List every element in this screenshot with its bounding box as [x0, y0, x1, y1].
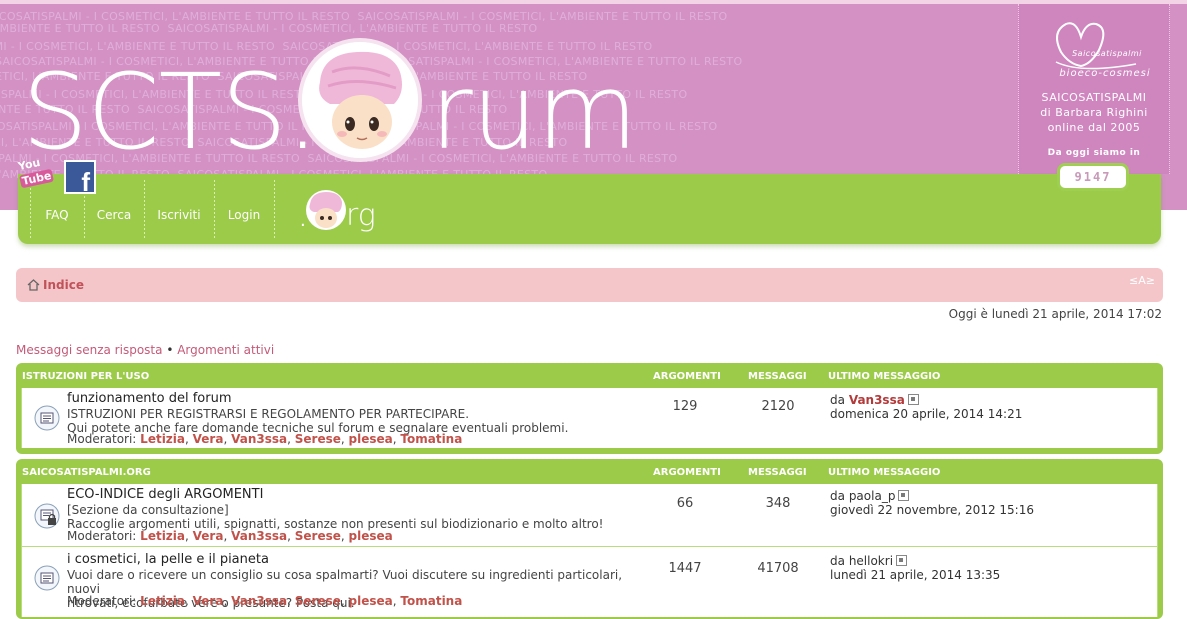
forum-description-line: ISTRUZIONI PER REGISTRARSI E REGOLAMENTO… [67, 407, 470, 421]
site-header: SAICOSATISPALMI - I COSMETICI, L'AMBIENT… [0, 0, 1187, 250]
forum-title-link[interactable]: i cosmetici, la pelle e il pianeta [67, 552, 269, 567]
mini-mascot-icon [306, 190, 346, 230]
last-post-by: da [830, 489, 845, 503]
last-post-date: lunedì 21 aprile, 2014 13:35 [830, 568, 1001, 582]
header-top-line [0, 0, 1187, 4]
column-header-topics: ARGOMENTI [653, 371, 721, 382]
main-nav-bar: FAQ Cerca Iscriviti Login . rg [18, 174, 1161, 244]
org-logo[interactable]: . rg [300, 188, 376, 236]
brand-since: online dal 2005 [1047, 121, 1141, 134]
topics-count: 66 [676, 496, 694, 511]
brand-logo-line1: Saicosatispalmi [1072, 49, 1142, 58]
mascot-logo-icon [298, 38, 422, 162]
breadcrumb-home-link[interactable]: Indice [43, 278, 84, 292]
forum-moderators: Moderatori: Letizia, Vera, Van3ssa, Sere… [67, 529, 393, 543]
last-post-author[interactable]: Van3ssa [849, 393, 905, 407]
moderator-link[interactable]: Letizia [140, 432, 185, 446]
forum-title-link[interactable]: ECO-INDICE degli ARGOMENTI [67, 487, 263, 502]
logo-text-right: rum [430, 51, 638, 173]
posts-count: 41708 [757, 561, 799, 576]
view-latest-post-icon[interactable] [896, 555, 908, 566]
brand-box: Saicosatispalmi bioeco-cosmesi SAICOSATI… [1018, 4, 1170, 174]
moderator-link[interactable]: Van3ssa [231, 529, 287, 543]
posts-count: 2120 [761, 399, 795, 414]
forum-row: ECO-INDICE degli ARGOMENTI [Sezione da c… [21, 484, 1158, 546]
category-header: SAICOSATISPALMI.ORG ARGOMENTI MESSAGGI U… [16, 459, 1163, 484]
header-watermark: SAICOSATISPALMI - I COSMETICI, L'AMBIENT… [0, 22, 538, 35]
column-header-last-post: ULTIMO MESSAGGIO [828, 371, 941, 382]
active-topics-link[interactable]: Argomenti attivi [177, 343, 274, 357]
brand-author: di Barbara Righini [1040, 106, 1148, 119]
last-post: da Van3ssa domenica 20 aprile, 2014 14:2… [830, 393, 1022, 421]
facebook-icon[interactable]: f [64, 160, 96, 197]
column-header-topics: ARGOMENTI [653, 467, 721, 478]
view-latest-post-icon[interactable] [907, 394, 919, 405]
forum-row: funzionamento del forum ISTRUZIONI PER R… [21, 388, 1158, 448]
moderator-link[interactable]: Serese [295, 529, 341, 543]
visitor-counter: 9147 [1057, 163, 1129, 191]
category-title[interactable]: ISTRUZIONI PER L'USO [22, 371, 149, 382]
moderator-link[interactable]: Letizia [140, 529, 185, 543]
forum-description: [Sezione da consultazione] Raccoglie arg… [67, 503, 647, 531]
counter-label: Da oggi siamo in [1047, 148, 1141, 158]
nav-register[interactable]: Iscriviti [144, 174, 214, 244]
moderators-label: Moderatori: [67, 432, 137, 446]
moderator-link[interactable]: Vera [193, 529, 224, 543]
forum-description-line: Vuoi dare o ricevere un consiglio su cos… [67, 568, 623, 596]
last-post-by: da [830, 393, 845, 407]
nav-login[interactable]: Login [214, 174, 274, 244]
last-post-author[interactable]: paola_p [849, 489, 896, 503]
forum-category: ISTRUZIONI PER L'USO ARGOMENTI MESSAGGI … [16, 363, 1163, 454]
column-header-last-post: ULTIMO MESSAGGIO [828, 467, 941, 478]
last-post-date: giovedì 22 novembre, 2012 15:16 [830, 503, 1034, 517]
last-post-author[interactable]: hellokri [849, 554, 893, 568]
breadcrumb: Indice ≤A≥ [16, 268, 1163, 302]
forum-read-icon [34, 565, 60, 591]
moderator-link[interactable]: Tomatina [400, 432, 462, 446]
last-post-by: da [830, 554, 845, 568]
nav-separator [274, 180, 275, 238]
font-size-change-icon[interactable]: ≤A≥ [1129, 274, 1155, 287]
column-header-posts: MESSAGGI [748, 467, 807, 478]
moderator-link[interactable]: Van3ssa [231, 432, 287, 446]
moderator-link[interactable]: plesea [349, 432, 393, 446]
moderator-link[interactable]: Serese [295, 432, 341, 446]
moderator-link[interactable]: Vera [193, 432, 224, 446]
last-post: da hellokri lunedì 21 aprile, 2014 13:35 [830, 554, 1000, 582]
forum-read-icon [34, 405, 60, 431]
posts-count: 348 [765, 496, 791, 511]
org-dot: . [300, 210, 306, 231]
view-latest-post-icon[interactable] [898, 490, 910, 501]
forum-moderators: Moderatori: Letizia, Vera, Van3ssa, Sere… [67, 432, 463, 446]
youtube-icon[interactable]: You Tube [17, 156, 58, 198]
brand-name: SAICOSATISPALMI [1041, 91, 1147, 104]
forum-row: i cosmetici, la pelle e il pianeta Vuoi … [21, 546, 1158, 617]
category-title[interactable]: SAICOSATISPALMI.ORG [22, 467, 151, 478]
forum-locked-icon [34, 503, 60, 529]
quick-links-separator: • [166, 343, 174, 357]
forum-description-line: [Sezione da consultazione] [67, 503, 229, 517]
forum-description: ISTRUZIONI PER REGISTRARSI E REGOLAMENTO… [67, 407, 647, 435]
unanswered-posts-link[interactable]: Messaggi senza risposta [16, 343, 162, 357]
quick-links: Messaggi senza risposta • Argomenti atti… [16, 343, 274, 357]
org-text: rg [346, 198, 376, 233]
last-post-date: domenica 20 aprile, 2014 14:21 [830, 407, 1023, 421]
topics-count: 129 [672, 399, 698, 414]
category-header: ISTRUZIONI PER L'USO ARGOMENTI MESSAGGI … [16, 363, 1163, 388]
topics-count: 1447 [668, 561, 702, 576]
forum-title-link[interactable]: funzionamento del forum [67, 391, 232, 406]
moderators-label: Moderatori: [67, 529, 137, 543]
column-header-posts: MESSAGGI [748, 371, 807, 382]
home-icon[interactable] [27, 279, 40, 291]
moderator-link[interactable]: plesea [349, 529, 393, 543]
forum-category: SAICOSATISPALMI.ORG ARGOMENTI MESSAGGI U… [16, 459, 1163, 619]
last-post: da paola_p giovedì 22 novembre, 2012 15:… [830, 489, 1034, 517]
brand-logo-line2: bioeco-cosmesi [1059, 68, 1151, 79]
current-date: Oggi è lunedì 21 aprile, 2014 17:02 [948, 307, 1162, 321]
